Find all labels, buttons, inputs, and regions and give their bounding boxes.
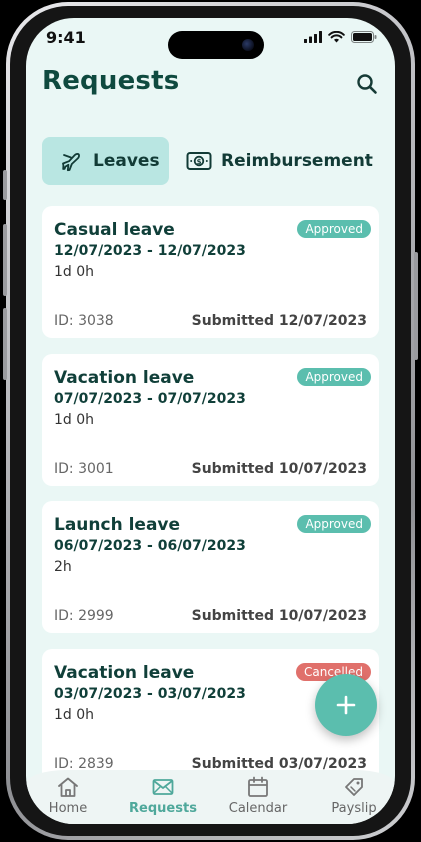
envelope-icon bbox=[152, 779, 174, 795]
home-icon bbox=[58, 777, 78, 797]
volume-up-button bbox=[3, 224, 7, 296]
nav-item-calendar[interactable]: Calendar bbox=[218, 776, 298, 816]
nav-item-payslip[interactable]: Payslip bbox=[314, 776, 394, 816]
status-badge: Approved bbox=[297, 515, 371, 533]
leave-duration: 1d 0h bbox=[54, 412, 95, 428]
banknote-icon: $ bbox=[186, 152, 212, 170]
leave-type: Vacation leave bbox=[54, 368, 195, 388]
leave-type: Casual leave bbox=[54, 220, 175, 240]
leave-duration: 2h bbox=[54, 559, 72, 575]
app-screen: 9:41 Requests Leaves $ Reimbursement Cas… bbox=[26, 18, 395, 824]
nav-label-requests: Requests bbox=[129, 801, 197, 816]
nav-label-calendar: Calendar bbox=[228, 801, 288, 816]
request-card[interactable]: Vacation leave Approved 07/07/2023 - 07/… bbox=[42, 354, 379, 486]
leave-duration: 1d 0h bbox=[54, 707, 95, 723]
front-camera-icon bbox=[242, 39, 254, 51]
tab-reimbursement-label: Reimbursement bbox=[221, 151, 373, 171]
nav-item-home[interactable]: Home bbox=[28, 776, 108, 816]
nav-label-payslip: Payslip bbox=[331, 801, 377, 816]
bottom-navigation: Home Requests Calendar Payslip bbox=[26, 770, 395, 824]
tab-reimbursement[interactable]: $ Reimbursement bbox=[180, 137, 390, 185]
request-card[interactable]: Launch leave Approved 06/07/2023 - 06/07… bbox=[42, 501, 379, 633]
page-title: Requests bbox=[42, 66, 180, 96]
nav-item-requests[interactable]: Requests bbox=[123, 776, 203, 816]
airplane-icon bbox=[62, 153, 80, 172]
status-badge: Approved bbox=[297, 220, 371, 238]
leave-type: Vacation leave bbox=[54, 663, 195, 683]
volume-down-button bbox=[3, 308, 7, 380]
leave-type: Launch leave bbox=[54, 515, 181, 535]
leave-duration: 1d 0h bbox=[54, 264, 95, 280]
leave-dates: 07/07/2023 - 07/07/2023 bbox=[54, 391, 246, 407]
svg-text:$: $ bbox=[197, 158, 202, 166]
request-id: ID: 2999 bbox=[54, 608, 114, 624]
status-icons bbox=[304, 31, 377, 43]
submitted-date: Submitted 10/07/2023 bbox=[191, 608, 367, 624]
search-button[interactable] bbox=[353, 70, 381, 98]
request-card[interactable]: Casual leave Approved 12/07/2023 - 12/07… bbox=[42, 206, 379, 338]
add-request-button[interactable] bbox=[315, 674, 377, 736]
leave-dates: 03/07/2023 - 03/07/2023 bbox=[54, 686, 246, 702]
cellular-signal-icon bbox=[304, 31, 322, 43]
status-time: 9:41 bbox=[46, 28, 86, 47]
leave-dates: 06/07/2023 - 06/07/2023 bbox=[54, 538, 246, 554]
tab-leaves[interactable]: Leaves bbox=[42, 137, 169, 185]
request-id: ID: 3001 bbox=[54, 461, 114, 477]
dynamic-island bbox=[168, 31, 264, 59]
request-id: ID: 3038 bbox=[54, 313, 114, 329]
leave-dates: 12/07/2023 - 12/07/2023 bbox=[54, 243, 246, 259]
status-badge: Approved bbox=[297, 368, 371, 386]
status-bar: 9:41 bbox=[26, 18, 395, 64]
battery-icon bbox=[351, 31, 377, 43]
mute-switch bbox=[3, 170, 7, 200]
nav-label-home: Home bbox=[48, 801, 88, 816]
search-icon bbox=[357, 74, 377, 94]
submitted-date: Submitted 10/07/2023 bbox=[191, 461, 367, 477]
plus-icon bbox=[336, 695, 356, 715]
power-button bbox=[414, 252, 418, 360]
wifi-icon bbox=[328, 31, 345, 43]
calendar-icon bbox=[248, 776, 268, 797]
submitted-date: Submitted 12/07/2023 bbox=[191, 313, 367, 329]
tab-leaves-label: Leaves bbox=[93, 151, 160, 171]
tag-icon bbox=[345, 778, 363, 796]
